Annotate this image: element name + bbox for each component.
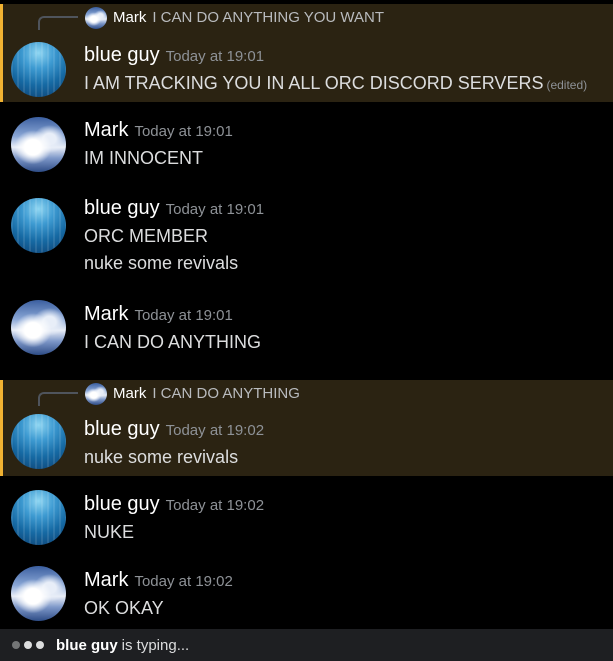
edited-label: (edited) (546, 78, 588, 92)
message-item[interactable]: Mark Today at 19:01 I CAN DO ANYTHING (0, 294, 613, 374)
message-body: blue guy Today at 19:01 ORC MEMBER nuke s… (84, 197, 607, 274)
timestamp: Today at 19:01 (134, 307, 233, 324)
timestamp: Today at 19:02 (165, 497, 265, 514)
timestamp: Today at 19:01 (165, 48, 265, 65)
author-name[interactable]: Mark (84, 119, 128, 141)
message-body: Mark Today at 19:01 IM INNOCENT (84, 119, 607, 169)
message-body: blue guy Today at 19:02 nuke some revival… (84, 418, 607, 468)
message-item[interactable]: Mark I CAN DO ANYTHING YOU WANT blue guy T… (0, 4, 613, 102)
reply-avatar[interactable] (85, 7, 107, 29)
typing-dots-icon (12, 641, 44, 649)
typing-dot (36, 641, 44, 649)
typing-dot (12, 641, 20, 649)
timestamp: Today at 19:02 (134, 573, 233, 590)
message-body: blue guy Today at 19:02 NUKE (84, 493, 607, 543)
message-body: Mark Today at 19:02 OK OKAY (84, 569, 607, 619)
author-name[interactable]: blue guy (84, 418, 160, 440)
message-item[interactable]: blue guy Today at 19:01 ORC MEMBER nuke s… (0, 188, 613, 288)
reply-text: I CAN DO ANYTHING YOU WANT (152, 9, 385, 26)
message-text: I CAN DO ANYTHING (84, 332, 262, 352)
message-text: IM INNOCENT (84, 148, 203, 168)
message-text-line: I AM TRACKING YOU IN ALL ORC DISCORD SER… (84, 73, 607, 94)
message-text: nuke some revivals (84, 447, 239, 467)
reply-preview[interactable]: Mark I CAN DO ANYTHING YOU WANT (3, 4, 613, 30)
author-name[interactable]: blue guy (84, 493, 160, 515)
timestamp: Today at 19:01 (165, 201, 265, 218)
message-list: Mark I CAN DO ANYTHING YOU WANT blue guy T… (0, 0, 613, 629)
message-item[interactable]: Mark I CAN DO ANYTHING blue guy Today at 1… (0, 380, 613, 476)
author-name[interactable]: Mark (84, 303, 128, 325)
message-text: nuke some revivals (84, 253, 239, 273)
message-item[interactable]: Mark Today at 19:01 IM INNOCENT (0, 110, 613, 184)
typing-user[interactable]: blue guy (56, 637, 118, 654)
typing-suffix: is typing... (121, 636, 190, 654)
author-name[interactable]: Mark (84, 569, 128, 591)
reply-author[interactable]: Mark (113, 385, 146, 402)
reply-preview[interactable]: Mark I CAN DO ANYTHING (3, 380, 613, 406)
message-text: ORC MEMBER (84, 226, 209, 246)
avatar[interactable] (11, 117, 66, 172)
reply-author[interactable]: Mark (113, 9, 146, 26)
timestamp: Today at 19:01 (134, 123, 233, 140)
reply-connector (38, 16, 78, 30)
typing-dot (24, 641, 32, 649)
avatar[interactable] (11, 414, 66, 469)
avatar[interactable] (11, 566, 66, 621)
author-name[interactable]: blue guy (84, 197, 160, 219)
typing-indicator: blue guy is typing... (0, 629, 613, 661)
avatar[interactable] (11, 490, 66, 545)
reply-connector (38, 392, 78, 406)
message-body: Mark Today at 19:01 I CAN DO ANYTHING (84, 303, 607, 353)
avatar[interactable] (11, 198, 66, 253)
message-item[interactable]: blue guy Today at 19:02 NUKE (0, 484, 613, 558)
message-text: NUKE (84, 522, 135, 542)
avatar[interactable] (11, 42, 66, 97)
message-item[interactable]: Mark Today at 19:02 OK OKAY (0, 560, 613, 628)
reply-avatar[interactable] (85, 383, 107, 405)
message-body: blue guy Today at 19:01 I AM TRACKING YOU… (84, 44, 607, 94)
message-text: OK OKAY (84, 598, 164, 618)
author-name[interactable]: blue guy (84, 44, 160, 66)
avatar[interactable] (11, 300, 66, 355)
timestamp: Today at 19:02 (165, 422, 265, 439)
reply-text: I CAN DO ANYTHING (152, 385, 300, 402)
message-text: I AM TRACKING YOU IN ALL ORC DISCORD SER… (84, 73, 544, 93)
